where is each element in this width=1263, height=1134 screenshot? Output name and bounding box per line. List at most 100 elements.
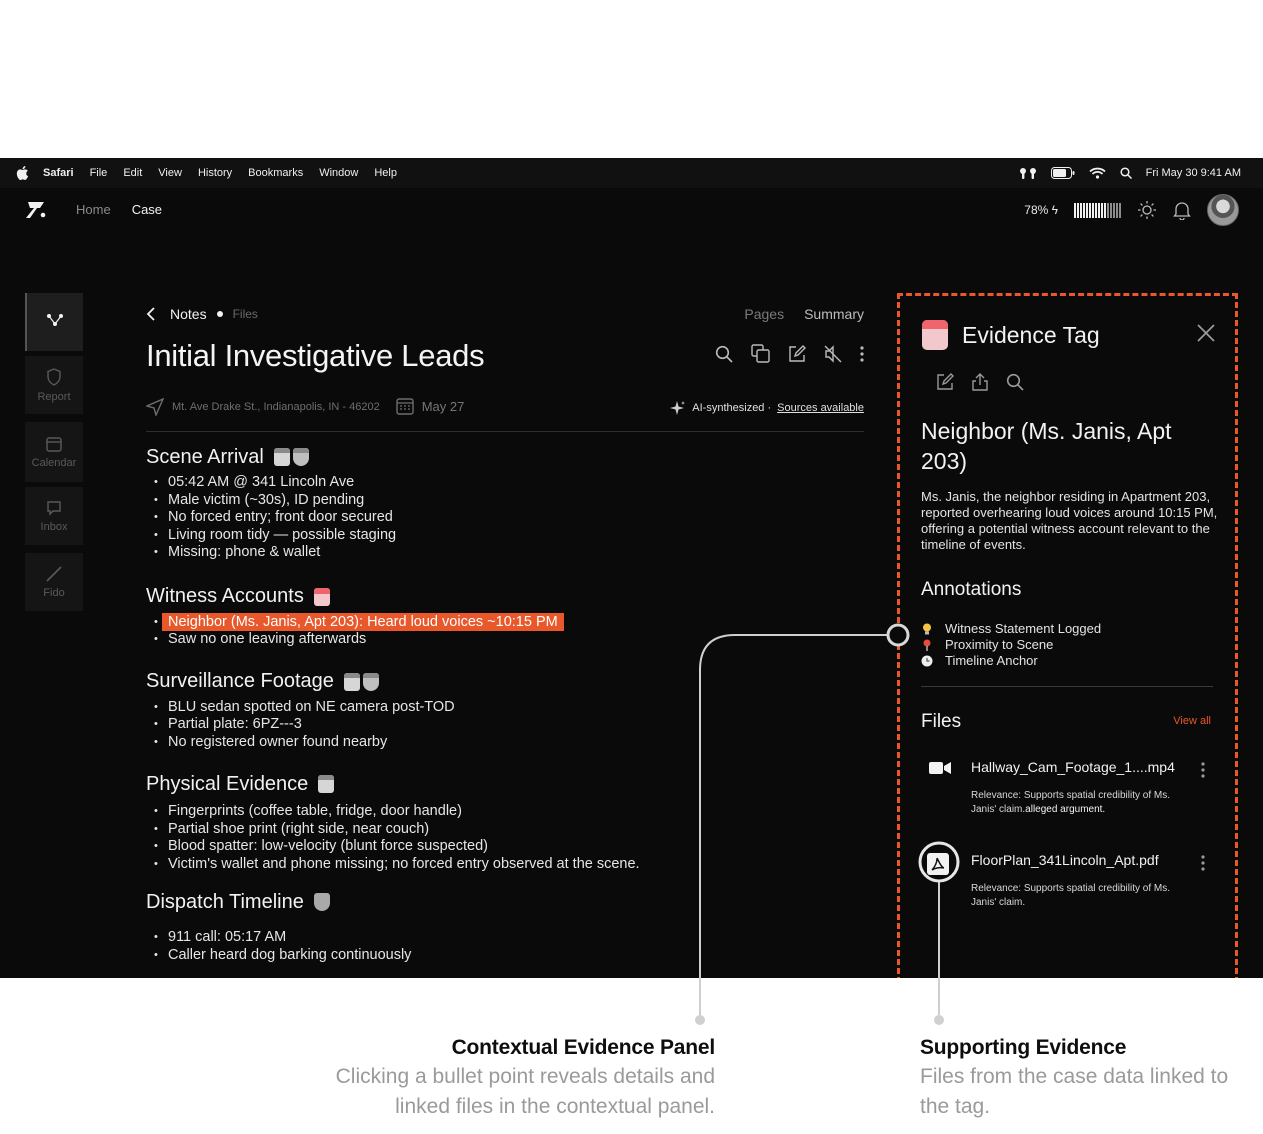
menu-view[interactable]: View — [158, 167, 182, 179]
annotations-heading: Annotations — [921, 579, 1022, 600]
menu-history[interactable]: History — [198, 167, 232, 179]
menu-clock[interactable]: Fri May 30 9:41 AM — [1146, 167, 1241, 179]
list-item[interactable]: Timeline Anchor — [921, 653, 1101, 669]
sidebar-item-calendar[interactable]: Calendar — [25, 422, 83, 482]
search-icon[interactable] — [715, 345, 733, 363]
section-heading[interactable]: Scene Arrival — [146, 446, 264, 469]
pen-icon — [46, 565, 62, 582]
edit-icon[interactable] — [788, 344, 806, 363]
list-item[interactable]: Living room tidy — possible staging — [146, 527, 864, 545]
list-item[interactable]: Missing: phone & wallet — [146, 544, 864, 562]
sidebar-item-report[interactable]: Report — [25, 356, 83, 414]
sidebar-item-inbox[interactable]: Inbox — [25, 487, 83, 545]
panel-toolbar — [936, 373, 1024, 391]
caption-title: Contextual Evidence Panel — [451, 1036, 716, 1059]
sidebar-item-label: Fido — [43, 586, 65, 599]
apple-icon[interactable] — [16, 166, 29, 180]
list-item[interactable]: Caller heard dog barking continuously — [146, 947, 864, 965]
tag-icon — [362, 672, 379, 691]
device-battery-percent: 78% ϟ — [1024, 203, 1058, 217]
list-item[interactable]: Saw no one leaving afterwards — [146, 631, 864, 649]
nav-home-link[interactable]: Home — [76, 202, 111, 217]
list-item[interactable]: No forced entry; front door secured — [146, 509, 864, 527]
menu-edit[interactable]: Edit — [123, 167, 142, 179]
annotations-list: Witness Statement Logged Proximity to Sc… — [921, 621, 1101, 669]
view-tabs: Pages Summary — [744, 306, 864, 322]
notification-bell-icon[interactable] — [1173, 200, 1191, 220]
file-name[interactable]: Hallway_Cam_Footage_1....mp4 — [971, 759, 1175, 775]
list-item[interactable]: Proximity to Scene — [921, 637, 1101, 653]
more-vertical-icon[interactable] — [1201, 854, 1205, 872]
breadcrumb-files[interactable]: Files — [233, 307, 258, 321]
caption-supporting-evidence: Supporting Evidence Files from the case … — [920, 1036, 1240, 1122]
view-all-link[interactable]: View all — [1173, 715, 1211, 727]
menu-help[interactable]: Help — [374, 167, 397, 179]
graph-icon — [47, 313, 63, 326]
sidebar-item-graph[interactable] — [25, 293, 83, 351]
list-item[interactable]: Male victim (~30s), ID pending — [146, 492, 864, 510]
tab-summary[interactable]: Summary — [804, 306, 864, 322]
list-item[interactable]: Witness Statement Logged — [921, 621, 1101, 637]
section-physical-evidence: Physical Evidence Fingerprints (coffee t… — [146, 771, 864, 873]
app-logo-icon[interactable] — [24, 200, 48, 220]
wifi-icon[interactable] — [1089, 167, 1106, 179]
nav-case-link[interactable]: Case — [132, 202, 162, 217]
sidebar-item-fido[interactable]: Fido — [25, 553, 83, 611]
menu-window[interactable]: Window — [319, 167, 358, 179]
list-item[interactable]: Partial shoe print (right side, near cou… — [146, 821, 864, 839]
evidence-tag-icons[interactable] — [273, 448, 309, 466]
calendar-icon — [395, 398, 414, 415]
sidebar: Report Calendar Inbox Fido — [25, 293, 83, 616]
spotlight-search-icon[interactable] — [1120, 167, 1132, 179]
section-heading[interactable]: Surveillance Footage — [146, 670, 334, 693]
list-item[interactable]: No registered owner found nearby — [146, 734, 864, 752]
caption-subtitle: Clicking a bullet point reveals details … — [335, 1065, 715, 1118]
evidence-tag-icons[interactable] — [313, 587, 330, 606]
evidence-tag-icon — [922, 320, 948, 350]
duplicate-icon[interactable] — [751, 344, 770, 363]
tag-icon — [292, 448, 309, 466]
more-vertical-icon[interactable] — [1201, 761, 1205, 779]
chevron-left-icon[interactable] — [146, 307, 156, 321]
section-surveillance-footage: Surveillance Footage BLU sedan spotted o… — [146, 669, 864, 752]
menu-bookmarks[interactable]: Bookmarks — [248, 167, 303, 179]
menu-file[interactable]: File — [90, 167, 108, 179]
notes-content: Notes Files Pages Summary Initial Invest… — [146, 298, 864, 964]
list-item[interactable]: Victim's wallet and phone missing; no fo… — [146, 856, 864, 874]
edit-icon[interactable] — [936, 373, 954, 391]
sources-available-link[interactable]: Sources available — [777, 402, 864, 414]
close-icon[interactable] — [1197, 324, 1215, 342]
list-item[interactable]: BLU sedan spotted on NE camera post-TOD — [146, 699, 864, 717]
brightness-icon[interactable] — [1137, 200, 1157, 220]
list-item[interactable]: Fingerprints (coffee table, fridge, door… — [146, 803, 864, 821]
video-camera-icon — [929, 762, 951, 774]
list-item[interactable]: 911 call: 05:17 AM — [146, 929, 864, 947]
tab-pages[interactable]: Pages — [744, 306, 784, 322]
search-icon[interactable] — [1006, 373, 1024, 391]
menu-bar: Safari File Edit View History Bookmarks … — [0, 158, 1263, 188]
file-name[interactable]: FloorPlan_341Lincoln_Apt.pdf — [971, 852, 1159, 868]
list-item[interactable]: 05:42 AM @ 341 Lincoln Ave — [146, 474, 864, 492]
caption-contextual-evidence-panel: Contextual Evidence Panel Clicking a bul… — [295, 1036, 716, 1122]
more-vertical-icon[interactable] — [860, 345, 864, 363]
share-icon[interactable] — [972, 373, 988, 391]
clock-icon — [921, 655, 933, 667]
airpods-icon[interactable] — [1019, 167, 1037, 179]
breadcrumb-notes[interactable]: Notes — [170, 306, 207, 322]
section-heading[interactable]: Physical Evidence — [146, 773, 308, 796]
charging-bolt-icon: ϟ — [1051, 203, 1058, 217]
mute-icon[interactable] — [824, 344, 842, 363]
battery-level-bars — [1074, 202, 1121, 218]
battery-icon[interactable] — [1050, 167, 1075, 179]
list-item[interactable]: Partial plate: 6PZ---3 — [146, 716, 864, 734]
evidence-tag-icons[interactable] — [343, 672, 379, 691]
section-heading[interactable]: Witness Accounts — [146, 585, 304, 608]
section-heading[interactable]: Dispatch Timeline — [146, 891, 304, 914]
evidence-tag-icons[interactable] — [313, 893, 330, 911]
list-item[interactable]: Blood spatter: low-velocity (blunt force… — [146, 838, 864, 856]
user-avatar[interactable] — [1207, 194, 1239, 226]
list-item-selected[interactable]: Neighbor (Ms. Janis, Apt 203): Heard lou… — [146, 612, 864, 632]
evidence-tag-icons[interactable] — [318, 775, 335, 793]
tag-icon — [273, 448, 290, 466]
menu-app-name[interactable]: Safari — [43, 167, 74, 179]
